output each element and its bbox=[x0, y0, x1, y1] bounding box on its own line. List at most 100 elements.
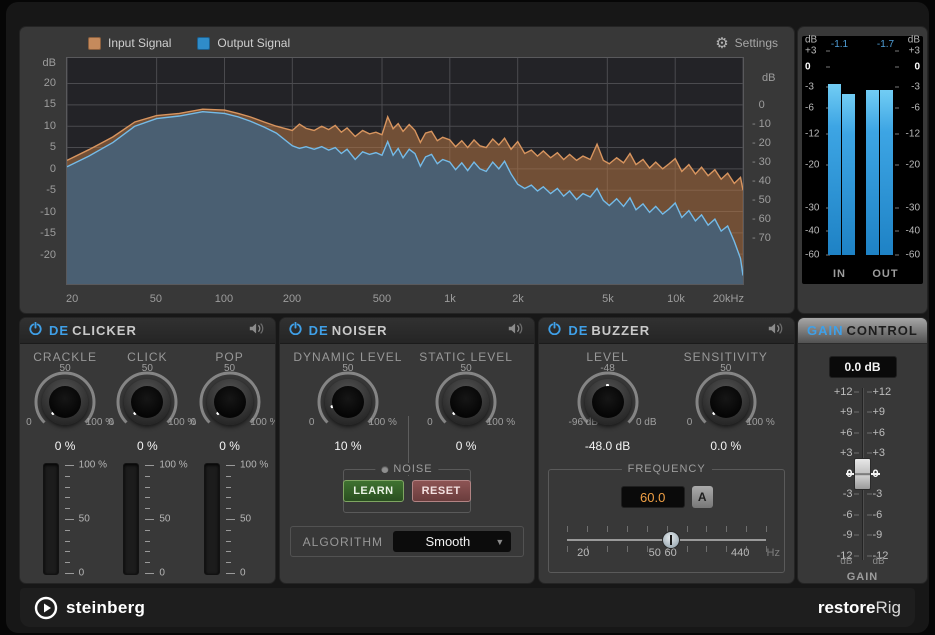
debuzzer-sensitivity-knob[interactable] bbox=[703, 379, 749, 425]
spectrum-right-axis: dB-0-10-20-30-40-50-60-70 bbox=[748, 57, 788, 285]
debuzzer-sensitivity-knob-wrap: 050100 % bbox=[689, 368, 763, 434]
fader-tick-dash bbox=[867, 514, 872, 515]
meter-scale-label: 50 bbox=[79, 514, 90, 525]
declicker-click-knob-value: 0 % bbox=[137, 439, 158, 453]
meter-tick bbox=[145, 573, 154, 574]
settings-button[interactable]: ⚙ Settings bbox=[715, 36, 778, 51]
debuzzer-level-arc-max: 0 dB bbox=[636, 417, 657, 428]
io-meter-panel: dBdB+3+300-3-3-6-6-12-12-20-20-30-30-40-… bbox=[798, 27, 927, 313]
denoiser-static-level-arc-max: 100 % bbox=[487, 417, 515, 428]
reset-button[interactable]: RESET bbox=[412, 480, 471, 502]
meter-tick-dash bbox=[895, 67, 899, 68]
fader-scale-label: -6 bbox=[843, 509, 853, 521]
monitor-speaker-icon[interactable] bbox=[248, 322, 266, 340]
fader-tick-dash bbox=[854, 453, 859, 454]
meter-scale-label: 0 bbox=[159, 568, 165, 579]
in-channel-label: IN bbox=[833, 268, 846, 280]
denoiser-static-level-arc-min: 0 bbox=[427, 417, 433, 428]
declicker-click-knob[interactable] bbox=[124, 379, 170, 425]
meter-tick bbox=[145, 519, 154, 520]
monitor-speaker-icon[interactable] bbox=[767, 322, 785, 340]
denoiser-panel: DENOISER DYNAMIC LEVEL050100 %10 %STATIC… bbox=[280, 318, 535, 583]
meter-tick-dash bbox=[895, 107, 899, 108]
meter-tick bbox=[226, 562, 231, 563]
gain-control-title: GAINCONTROL bbox=[807, 323, 918, 338]
gain-fader: +12+12+9+9+6+6+3+300-3-3-6-6-9-9-12-12 bbox=[807, 392, 919, 556]
fader-tick-dash bbox=[867, 535, 872, 536]
declicker-header: DECLICKER bbox=[20, 318, 275, 344]
meter-scale-tick: -30 bbox=[805, 203, 819, 214]
meter-tick bbox=[226, 508, 231, 509]
spectrum-x-axis: 20501002005001k2k5k10k20kHz bbox=[66, 291, 744, 307]
slider-tick bbox=[607, 526, 608, 532]
meter-tick bbox=[65, 573, 74, 574]
declicker-crackle-knob-block: CRACKLE050100 %0 % bbox=[24, 350, 106, 453]
meter-tick bbox=[65, 541, 70, 542]
declicker-pop-knob[interactable] bbox=[207, 379, 253, 425]
meter-scale-tick: -20 bbox=[906, 159, 920, 170]
gain-value-display[interactable]: 0.0 dB bbox=[829, 356, 897, 378]
steinberg-logo-icon bbox=[34, 596, 58, 620]
meter-tick-dash bbox=[895, 255, 899, 256]
power-icon[interactable] bbox=[29, 322, 42, 340]
in-peak-value: -1.1 bbox=[831, 39, 848, 50]
power-icon[interactable] bbox=[289, 322, 302, 340]
power-icon[interactable] bbox=[548, 322, 561, 340]
meter-tick bbox=[226, 497, 231, 498]
right-axis-tick: -0 bbox=[752, 99, 765, 111]
learn-button[interactable]: LEARN bbox=[343, 480, 403, 502]
x-axis-tick: 100 bbox=[215, 293, 233, 305]
spectrum-plot bbox=[66, 57, 744, 285]
noise-group-title: NOISE bbox=[375, 463, 438, 475]
noise-label: NOISE bbox=[393, 463, 432, 475]
declicker-crackle-knob[interactable] bbox=[42, 379, 88, 425]
denoiser-static-level-knob[interactable] bbox=[443, 379, 489, 425]
meter-scale-tick: -3 bbox=[911, 81, 920, 92]
frequency-value-display[interactable]: 60.0 bbox=[621, 486, 685, 508]
left-axis-tick: -15 bbox=[40, 227, 56, 239]
fader-scale-label: +12 bbox=[873, 386, 892, 398]
slider-tick bbox=[567, 546, 568, 552]
meter-scale-tick: 0 bbox=[805, 62, 811, 73]
meter-scale-tick: -20 bbox=[805, 159, 819, 170]
auto-button[interactable]: A bbox=[692, 486, 713, 508]
fader-scale-label: -9 bbox=[843, 529, 853, 541]
declicker-pop-knob-wrap: 050100 % bbox=[193, 368, 267, 434]
meter-tick bbox=[145, 508, 150, 509]
right-axis-tick: -10 bbox=[752, 118, 771, 130]
debuzzer-level-knob-label: LEVEL bbox=[586, 350, 628, 364]
meter-scale-tick: -3 bbox=[805, 81, 814, 92]
left-axis-tick: 15 bbox=[44, 98, 56, 110]
product-name: restoreRig bbox=[818, 598, 901, 618]
spectrum-panel: Input Signal Output Signal ⚙ Settings dB… bbox=[20, 27, 794, 313]
debuzzer-level-pointer-mark bbox=[606, 384, 609, 396]
debuzzer-level-knob[interactable] bbox=[585, 379, 631, 425]
debuzzer-level-knob-pointer bbox=[585, 379, 631, 425]
denoiser-static-level-knob-value: 0 % bbox=[456, 439, 477, 453]
gain-fader-handle[interactable] bbox=[854, 458, 871, 490]
slider-tick bbox=[647, 526, 648, 532]
right-axis-tick: -20 bbox=[752, 137, 771, 149]
declicker-pop-arc-max: 100 % bbox=[250, 417, 274, 428]
meter-tick bbox=[226, 487, 231, 488]
left-axis-tick: -20 bbox=[40, 249, 56, 261]
meter-tick bbox=[65, 497, 70, 498]
denoiser-dynamic-level-knob-value: 10 % bbox=[334, 439, 361, 453]
footer-bar: steinberg restoreRig bbox=[20, 588, 915, 627]
fader-scale-label: +3 bbox=[840, 447, 853, 459]
denoiser-header: DENOISER bbox=[280, 318, 535, 344]
debuzzer-sensitivity-knob-value: 0.0 % bbox=[710, 439, 741, 453]
monitor-speaker-icon[interactable] bbox=[507, 322, 525, 340]
declicker-panel: DECLICKER CRACKLE050100 %0 %CLICK050100 … bbox=[20, 318, 275, 583]
legend-input-signal: Input Signal bbox=[88, 36, 171, 50]
denoiser-dynamic-level-arc-max: 100 % bbox=[369, 417, 397, 428]
debuzzer-level-knob-wrap: -96 dB-480 dB bbox=[571, 368, 645, 434]
denoiser-dynamic-level-knob[interactable] bbox=[325, 379, 371, 425]
algorithm-dropdown[interactable]: Smooth ▼ bbox=[393, 531, 511, 552]
fader-scale-label: +9 bbox=[873, 406, 886, 418]
input-signal-swatch bbox=[88, 37, 101, 50]
fader-tick-dash bbox=[867, 392, 872, 393]
right-axis-tick: -30 bbox=[752, 156, 771, 168]
x-axis-tick: 200 bbox=[283, 293, 301, 305]
declicker-click-pointer-mark bbox=[134, 405, 145, 416]
